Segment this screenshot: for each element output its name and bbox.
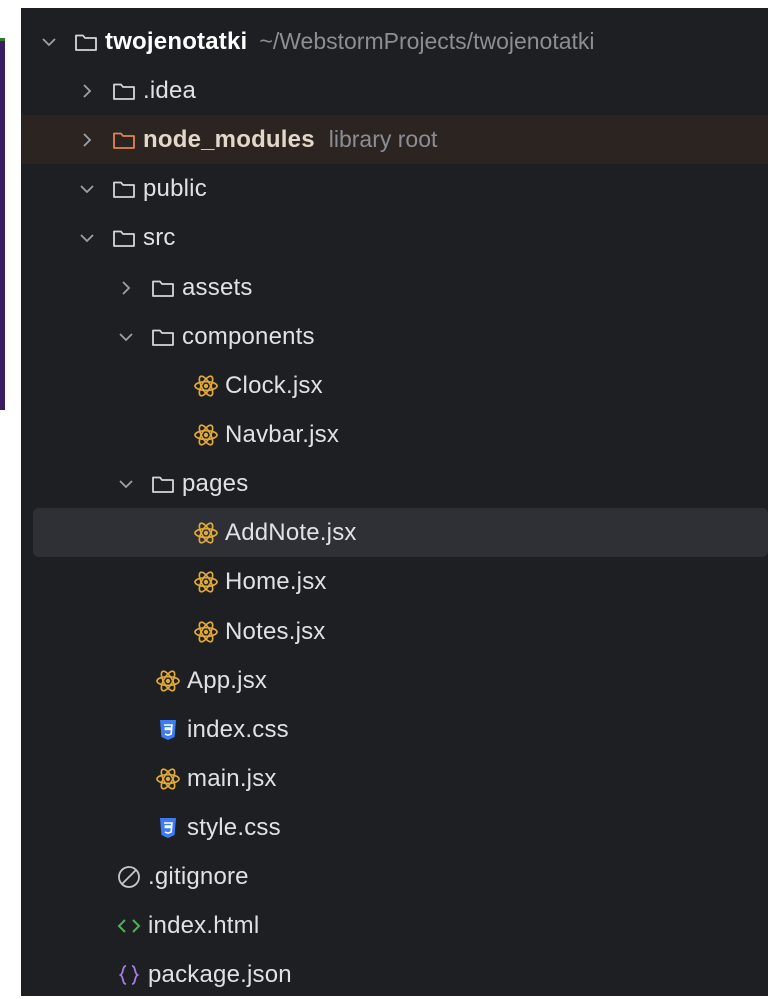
tree-item-label: components [182,322,315,350]
tree-item-label: src [143,223,176,251]
tree-row-gitignore[interactable]: .gitignore [21,852,768,901]
chevron-right-icon[interactable] [77,130,97,150]
root-folder-label: twojenotatki [105,27,248,55]
react-icon [193,619,219,645]
chevron-right-icon[interactable] [77,81,97,101]
folder-icon [73,29,99,55]
tree-item-label: .gitignore [148,862,249,890]
tree-row-package-json[interactable]: package.json [21,950,768,999]
tree-row-addnote-jsx[interactable]: AddNote.jsx [33,508,768,557]
tree-item-label: node_modules [143,125,315,153]
chevron-down-icon[interactable] [116,327,136,347]
react-icon [193,520,219,546]
library-root-hint: library root [328,126,438,152]
tree-item-label: App.jsx [187,666,268,694]
tree-item-label: main.jsx [187,764,277,792]
tree-item-label: index.html [148,911,260,939]
folder-icon [150,275,176,301]
tree-row-notes-jsx[interactable]: Notes.jsx [21,607,768,656]
css-icon [155,717,181,743]
tree-row-components[interactable]: components [21,312,768,361]
chevron-down-icon[interactable] [77,228,97,248]
folder-icon [150,471,176,497]
tree-row-main-jsx[interactable]: main.jsx [21,754,768,803]
react-icon [155,668,181,694]
tree-item-label: .idea [143,76,197,104]
tree-item-label: assets [182,273,253,301]
react-icon [155,766,181,792]
tree-row-index-css[interactable]: index.css [21,705,768,754]
excluded-folder-icon [111,127,137,153]
tree-row-navbar-jsx[interactable]: Navbar.jsx [21,410,768,459]
react-icon [193,373,219,399]
tree-item-label: Home.jsx [225,567,327,595]
tree-item-label: style.css [187,813,281,841]
tree-item-label: Navbar.jsx [225,420,340,448]
react-icon [193,422,219,448]
tree-row-src[interactable]: src [21,213,768,262]
tree-row-clock-jsx[interactable]: Clock.jsx [21,361,768,410]
background-window-edge [0,38,5,410]
project-tree-panel: twojenotatki ~/WebstormProjects/twojenot… [21,8,768,996]
tree-row-style-css[interactable]: style.css [21,803,768,852]
tree-item-label: package.json [148,960,292,988]
chevron-down-icon[interactable] [39,32,59,52]
tree-item-label: public [143,174,207,202]
react-icon [193,569,219,595]
ignore-icon [116,864,142,890]
tree-row-pages[interactable]: pages [21,459,768,508]
tree-row-home-jsx[interactable]: Home.jsx [21,557,768,606]
tree-row-index-html[interactable]: index.html [21,901,768,950]
tree-item-label: Notes.jsx [225,617,326,645]
tree-item-label: pages [182,469,249,497]
tree-row-node-modules[interactable]: node_modules library root [21,115,768,164]
root-folder-path: ~/WebstormProjects/twojenotatki [259,28,595,54]
tree-item-label: Clock.jsx [225,371,323,399]
tree-row-app-jsx[interactable]: App.jsx [21,656,768,705]
folder-icon [150,324,176,350]
background-window-accent [0,38,5,41]
tree-item-label: AddNote.jsx [225,518,357,546]
tree-row-assets[interactable]: assets [21,263,768,312]
folder-icon [111,176,137,202]
chevron-down-icon[interactable] [116,474,136,494]
html-icon [116,913,142,939]
tree-row-idea[interactable]: .idea [21,66,768,115]
tree-row-public[interactable]: public [21,164,768,213]
folder-icon [111,78,137,104]
tree-row-root[interactable]: twojenotatki ~/WebstormProjects/twojenot… [21,17,768,66]
chevron-right-icon[interactable] [116,278,136,298]
chevron-down-icon[interactable] [77,179,97,199]
json-icon [116,962,142,988]
folder-icon [111,225,137,251]
tree-item-label: index.css [187,715,289,743]
css-icon [155,815,181,841]
